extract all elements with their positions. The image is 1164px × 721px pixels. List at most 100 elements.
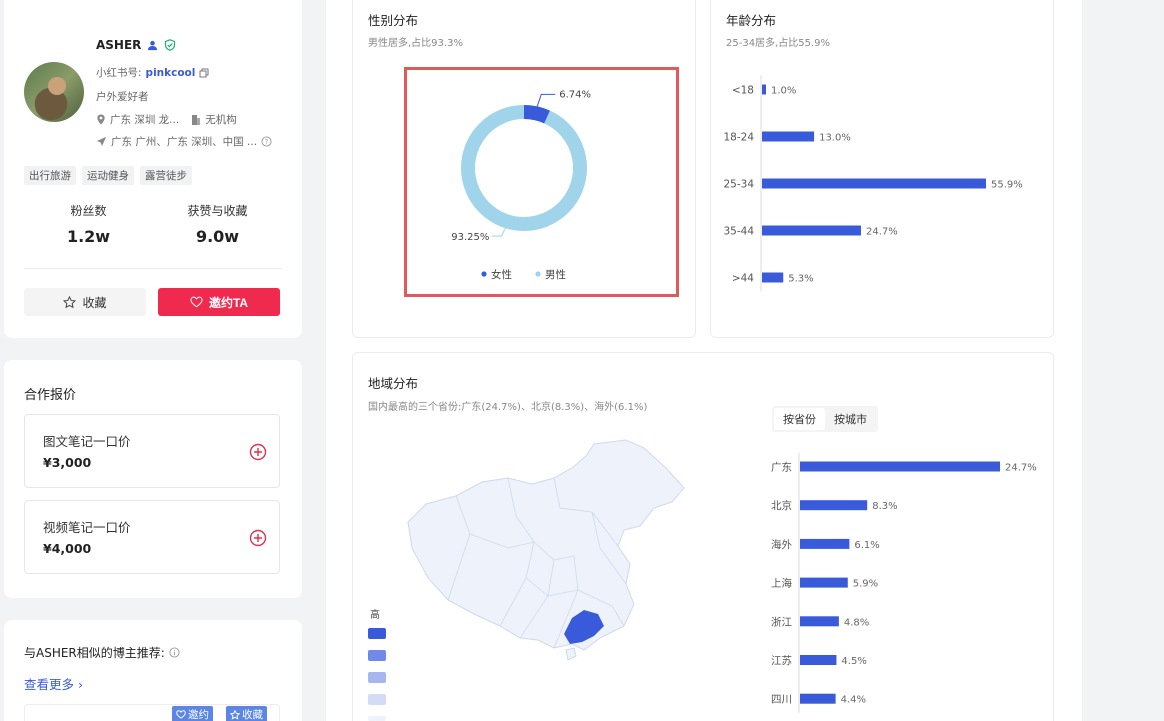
add-circle-icon[interactable] [249, 443, 267, 461]
plane-icon [96, 136, 107, 147]
xhs-id-label: 小红书号: [96, 67, 142, 79]
bar[interactable] [800, 538, 850, 549]
building-icon [192, 115, 201, 125]
legend-dot-male [535, 271, 541, 277]
leader-line-female [536, 93, 556, 107]
similar-invite-button[interactable]: 邀约 [172, 706, 213, 721]
y-tick-label: 上海 [771, 577, 792, 590]
bar[interactable] [762, 131, 815, 142]
tab-by-city[interactable]: 按城市 [825, 408, 876, 430]
pricing-card: 合作报价 图文笔记一口价 ¥3,000 视频笔记一口价 ¥4,000 [4, 360, 302, 598]
y-tick-label: 18-24 [723, 132, 754, 144]
legend-dot-female [481, 271, 487, 277]
region-title: 地域分布 [368, 376, 419, 391]
age-bar-chart: <18 1.0% 18-24 13.0% 25-34 55.9% 35-44 24.7% >44… [723, 75, 1023, 292]
location-pin-icon [97, 114, 105, 125]
bar-data-label: 5.3% [788, 274, 813, 285]
bar-data-label: 4.4% [841, 695, 866, 706]
svg-text:?: ? [265, 138, 269, 146]
invite-button[interactable]: 邀约TA [158, 288, 280, 316]
y-tick-label: 海外 [771, 538, 792, 551]
bio: 户外爱好者 [96, 91, 149, 103]
y-tick-label: >44 [732, 273, 754, 285]
price-item[interactable]: 视频笔记一口价 ¥4,000 [24, 500, 280, 574]
map-hainan[interactable] [565, 647, 577, 661]
user-icon [148, 40, 158, 50]
avatar[interactable] [24, 62, 84, 122]
verified-icon [165, 39, 176, 51]
organization: 无机构 [205, 114, 237, 126]
blogger-name: ASHER [96, 38, 142, 52]
similar-title-row: 与ASHER相似的博主推荐: [24, 644, 180, 661]
map-legend-block[interactable] [368, 650, 386, 661]
map-legend-block[interactable] [368, 694, 386, 705]
divider [24, 268, 282, 269]
profile-card: ASHER 小红书号: pinkcool 户外爱好者 广东 深圳 龙... 无机… [4, 0, 302, 338]
likes-value: 9.0w [195, 227, 240, 246]
price-item[interactable]: 图文笔记一口价 ¥3,000 [24, 414, 280, 488]
bar-data-label: 4.8% [844, 617, 869, 628]
region-bar-chart: 广东 24.7% 北京 8.3% 海外 6.1% 上海 5.9% 浙江 4.8% 江苏 4.5% 四川 4… [771, 452, 1037, 713]
tag-item[interactable]: 出行旅游 [24, 166, 76, 185]
price-value: ¥3,000 [43, 455, 92, 470]
star-icon [63, 295, 77, 308]
map-legend-block[interactable] [368, 672, 386, 683]
data-label-female: 6.74% [559, 89, 591, 100]
add-circle-icon[interactable] [249, 529, 267, 547]
bar[interactable] [800, 500, 868, 511]
tag-list: 出行旅游 运动健身 露营徒步 [24, 166, 192, 185]
bar[interactable] [762, 272, 784, 283]
map-legend-block[interactable] [368, 716, 386, 721]
y-tick-label: 25-34 [723, 179, 754, 191]
map-legend-block[interactable] [368, 628, 386, 639]
travel-line: 广东 广州、广东 深圳、中国 ... ? [96, 134, 272, 149]
bar[interactable] [762, 225, 861, 236]
info-icon[interactable] [169, 647, 180, 658]
copy-icon[interactable] [199, 68, 209, 78]
gender-donut-chart: 6.74% 93.25% 女性 男性 [451, 89, 591, 281]
see-more-label: 查看更多 [24, 677, 75, 692]
location-line: 广东 深圳 龙... 无机构 [96, 112, 237, 127]
bar[interactable] [800, 693, 836, 704]
similar-collect-label: 收藏 [242, 709, 263, 721]
price-value: ¥4,000 [43, 541, 92, 556]
collect-label: 收藏 [82, 295, 107, 310]
bar-data-label: 6.1% [854, 540, 879, 551]
legend-label-female[interactable]: 女性 [491, 268, 512, 281]
y-tick-label: 北京 [771, 499, 792, 512]
fans-stat: 粉丝数 1.2w [24, 202, 153, 246]
likes-stat: 获赞与收藏 9.0w [153, 202, 282, 246]
data-label-male: 93.25% [451, 232, 489, 243]
bar[interactable] [800, 461, 1000, 472]
collect-button[interactable]: 收藏 [24, 288, 146, 316]
bar[interactable] [800, 655, 837, 665]
y-tick-label: <18 [732, 85, 754, 97]
donut-slice-male[interactable] [461, 105, 587, 231]
y-tick-label: 广东 [771, 461, 792, 474]
y-tick-label: 江苏 [771, 654, 792, 667]
gender-title: 性别分布 [368, 13, 419, 28]
help-icon[interactable]: ? [261, 136, 272, 147]
location: 广东 深圳 龙... [110, 114, 180, 126]
likes-label: 获赞与收藏 [187, 204, 248, 218]
legend-label-male[interactable]: 男性 [545, 268, 566, 281]
bar[interactable] [762, 178, 986, 189]
tag-item[interactable]: 露营徒步 [140, 166, 192, 185]
similar-collect-button[interactable]: 收藏 [226, 706, 267, 721]
name-row: ASHER [96, 38, 176, 52]
see-more-link[interactable]: 查看更多 › [24, 674, 83, 693]
bar-data-label: 24.7% [1005, 463, 1037, 474]
bio-line: 户外爱好者 [96, 89, 149, 104]
bar[interactable] [762, 84, 767, 95]
pricing-title: 合作报价 [24, 388, 77, 403]
similar-card: 与ASHER相似的博主推荐: 查看更多 › 邀约 收藏 [4, 620, 302, 721]
china-map [407, 439, 685, 661]
tab-by-province[interactable]: 按省份 [774, 408, 825, 430]
bar[interactable] [800, 577, 848, 588]
tag-item[interactable]: 运动健身 [82, 166, 134, 185]
price-label: 视频笔记一口价 [43, 520, 131, 535]
bar[interactable] [800, 616, 839, 627]
similar-invite-label: 邀约 [188, 709, 209, 721]
chevron-right-icon: › [78, 677, 83, 692]
bar-data-label: 1.0% [771, 86, 796, 97]
